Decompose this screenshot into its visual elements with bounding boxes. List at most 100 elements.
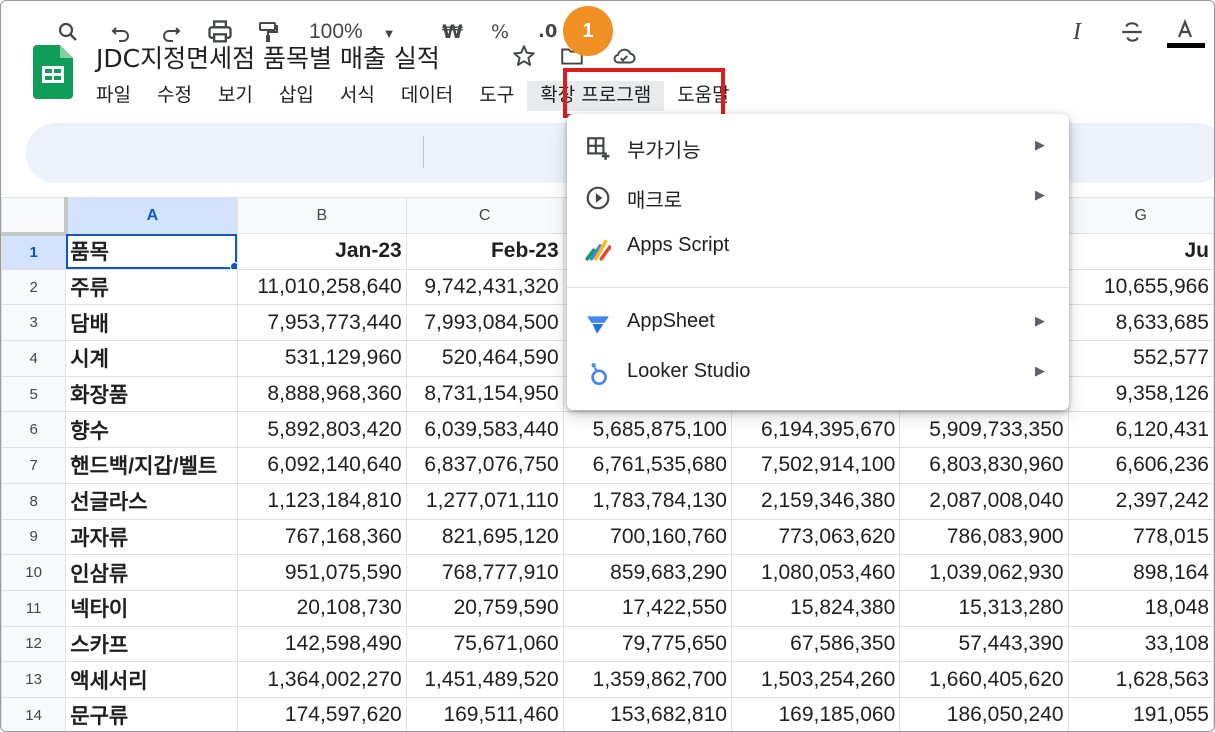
- menu-file[interactable]: 파일: [83, 81, 144, 111]
- sales-cell[interactable]: 169,511,460: [405, 696, 564, 731]
- italic-icon[interactable]: I: [1073, 17, 1081, 47]
- sales-cell[interactable]: 520,464,590: [405, 340, 564, 377]
- sales-cell[interactable]: 1,628,563: [1067, 661, 1214, 698]
- strikethrough-icon[interactable]: [1119, 17, 1145, 47]
- item-name-cell[interactable]: 핸드백/지갑/벨트: [65, 447, 238, 484]
- row-header[interactable]: 1: [1, 233, 67, 270]
- sales-cell[interactable]: 8,633,685: [1067, 304, 1214, 342]
- column-header[interactable]: B: [236, 197, 407, 234]
- currency-format-button[interactable]: ₩: [442, 17, 463, 47]
- item-name-cell[interactable]: 문구류: [65, 696, 238, 731]
- sales-cell[interactable]: Ju: [1067, 233, 1214, 270]
- sales-cell[interactable]: 531,129,960: [236, 340, 407, 377]
- menu-tools[interactable]: 도구: [466, 81, 527, 111]
- row-header[interactable]: 8: [1, 482, 67, 520]
- menu-item-appsheet[interactable]: AppSheet ▶: [567, 300, 1069, 346]
- item-name-cell[interactable]: 품목: [65, 233, 238, 270]
- sheets-logo-icon[interactable]: [33, 45, 73, 99]
- row-header[interactable]: 14: [1, 696, 67, 731]
- sales-cell[interactable]: 8,731,154,950: [405, 375, 564, 413]
- item-name-cell[interactable]: 화장품: [65, 375, 238, 413]
- paint-format-icon[interactable]: [256, 17, 280, 47]
- cloud-saved-icon[interactable]: [611, 43, 637, 69]
- text-color-icon[interactable]: [1167, 17, 1205, 48]
- sales-cell[interactable]: Feb-23: [405, 233, 564, 270]
- row-header[interactable]: 3: [1, 304, 67, 342]
- sales-cell[interactable]: 1,783,784,130: [562, 482, 732, 520]
- sales-cell[interactable]: 33,108: [1067, 625, 1214, 663]
- sales-cell[interactable]: 6,039,583,440: [405, 411, 564, 449]
- sales-cell[interactable]: 859,683,290: [562, 554, 732, 591]
- item-name-cell[interactable]: 주류: [65, 268, 238, 306]
- sales-cell[interactable]: 1,364,002,270: [236, 661, 407, 698]
- fill-handle[interactable]: [229, 261, 237, 269]
- sales-cell[interactable]: Jan-23: [236, 233, 407, 270]
- row-header[interactable]: 7: [1, 447, 67, 484]
- sales-cell[interactable]: 8,888,968,360: [236, 375, 407, 413]
- menu-view[interactable]: 보기: [205, 81, 266, 111]
- row-header[interactable]: 2: [1, 268, 67, 306]
- item-name-cell[interactable]: 과자류: [65, 518, 238, 556]
- column-header[interactable]: G: [1067, 197, 1214, 234]
- row-header[interactable]: 12: [1, 625, 67, 663]
- sales-cell[interactable]: 6,803,830,960: [899, 447, 1069, 484]
- row-header[interactable]: 13: [1, 661, 67, 698]
- item-name-cell[interactable]: 인삼류: [65, 554, 238, 591]
- search-menus-icon[interactable]: [56, 17, 80, 47]
- undo-icon[interactable]: [109, 17, 133, 47]
- sales-cell[interactable]: 5,685,875,100: [562, 411, 732, 449]
- select-all-corner[interactable]: [1, 197, 68, 236]
- sales-cell[interactable]: 773,063,620: [730, 518, 901, 556]
- item-name-cell[interactable]: 액세서리: [65, 661, 238, 698]
- sales-cell[interactable]: 15,313,280: [899, 589, 1069, 627]
- sales-cell[interactable]: 1,123,184,810: [236, 482, 407, 520]
- sales-cell[interactable]: 6,837,076,750: [405, 447, 564, 484]
- column-header[interactable]: A: [65, 197, 238, 234]
- sales-cell[interactable]: 142,598,490: [236, 625, 407, 663]
- item-name-cell[interactable]: 넥타이: [65, 589, 238, 627]
- sales-cell[interactable]: 6,761,535,680: [562, 447, 732, 484]
- sales-cell[interactable]: 9,742,431,320: [405, 268, 564, 306]
- menu-data[interactable]: 데이터: [388, 81, 466, 111]
- sales-cell[interactable]: 1,277,071,110: [405, 482, 564, 520]
- sales-cell[interactable]: 778,015: [1067, 518, 1214, 556]
- menu-item-apps-script[interactable]: Apps Script: [567, 224, 1069, 270]
- sales-cell[interactable]: 2,159,346,380: [730, 482, 901, 520]
- sales-cell[interactable]: 75,671,060: [405, 625, 564, 663]
- sales-cell[interactable]: 10,655,966: [1067, 268, 1214, 306]
- item-name-cell[interactable]: 스카프: [65, 625, 238, 663]
- row-header[interactable]: 5: [1, 375, 67, 413]
- menu-edit[interactable]: 수정: [144, 81, 205, 111]
- sales-cell[interactable]: 1,660,405,620: [899, 661, 1069, 698]
- sales-cell[interactable]: 79,775,650: [562, 625, 732, 663]
- sales-cell[interactable]: 169,185,060: [730, 696, 901, 731]
- menu-item-addons[interactable]: 부가기능 ▶: [567, 124, 1069, 170]
- print-icon[interactable]: [206, 17, 234, 47]
- redo-icon[interactable]: [159, 17, 183, 47]
- sales-cell[interactable]: 7,953,773,440: [236, 304, 407, 342]
- item-name-cell[interactable]: 담배: [65, 304, 238, 342]
- sales-cell[interactable]: 821,695,120: [405, 518, 564, 556]
- sales-cell[interactable]: 1,451,489,520: [405, 661, 564, 698]
- item-name-cell[interactable]: 시계: [65, 340, 238, 377]
- row-header[interactable]: 10: [1, 554, 67, 591]
- sales-cell[interactable]: 2,087,008,040: [899, 482, 1069, 520]
- row-header[interactable]: 9: [1, 518, 67, 556]
- sales-cell[interactable]: 7,502,914,100: [730, 447, 901, 484]
- sales-cell[interactable]: 174,597,620: [236, 696, 407, 731]
- menu-item-looker-studio[interactable]: Looker Studio ▶: [567, 350, 1069, 396]
- sales-cell[interactable]: 17,422,550: [562, 589, 732, 627]
- menu-format[interactable]: 서식: [327, 81, 388, 111]
- sales-cell[interactable]: 768,777,910: [405, 554, 564, 591]
- sales-cell[interactable]: 191,055: [1067, 696, 1214, 731]
- sales-cell[interactable]: 11,010,258,640: [236, 268, 407, 306]
- star-icon[interactable]: [511, 43, 537, 69]
- item-name-cell[interactable]: 선글라스: [65, 482, 238, 520]
- sales-cell[interactable]: 2,397,242: [1067, 482, 1214, 520]
- column-header[interactable]: C: [405, 197, 564, 234]
- row-header[interactable]: 6: [1, 411, 67, 449]
- row-header[interactable]: 4: [1, 340, 67, 377]
- sales-cell[interactable]: 951,075,590: [236, 554, 407, 591]
- menu-item-macros[interactable]: 매크로 ▶: [567, 174, 1069, 220]
- sales-cell[interactable]: 15,824,380: [730, 589, 901, 627]
